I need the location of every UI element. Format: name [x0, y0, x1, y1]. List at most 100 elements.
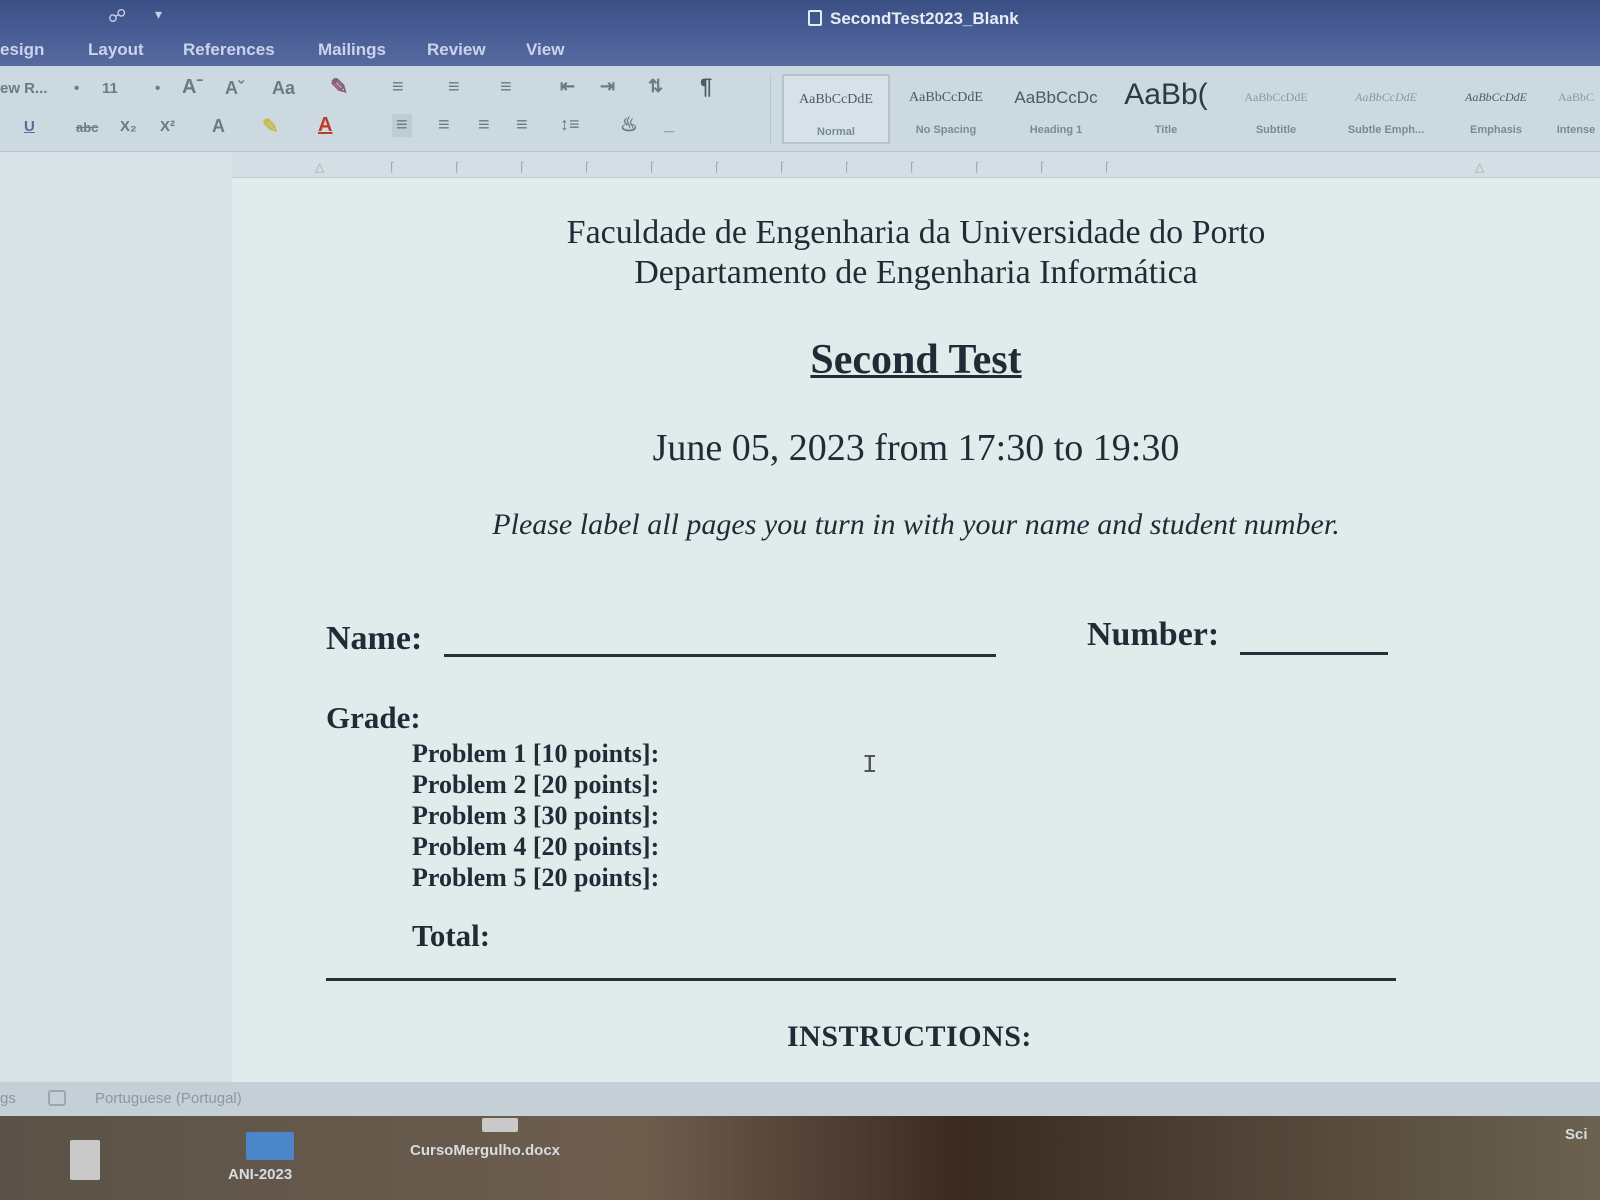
sort-icon[interactable]: ⇅: [648, 76, 663, 97]
tab-review[interactable]: Review: [427, 40, 486, 60]
ruler-tick: ⌈: [585, 160, 590, 174]
list-item: Problem 3 [30 points]:: [412, 801, 660, 830]
style-name: Normal: [817, 126, 855, 138]
chevron-down-icon[interactable]: •: [74, 80, 79, 97]
increase-indent-icon[interactable]: ⇥: [600, 76, 615, 97]
superscript-icon[interactable]: X²: [160, 118, 175, 135]
document-page[interactable]: Faculdade de Engenharia da Universidade …: [232, 178, 1600, 1082]
numbering-icon[interactable]: ≡: [448, 76, 460, 99]
ruler-tick: ⌈: [975, 160, 980, 174]
ribbon-tabs: esign Layout References Mailings Review …: [0, 36, 1600, 66]
borders-icon[interactable]: _: [664, 114, 674, 135]
tab-references[interactable]: References: [183, 40, 275, 60]
problems-list: Problem 1 [10 points]: Problem 2 [20 poi…: [412, 738, 659, 893]
name-blank-line: [444, 654, 996, 657]
multilevel-list-icon[interactable]: ≡: [500, 76, 512, 99]
instructions-heading: INSTRUCTIONS:: [787, 1020, 1032, 1053]
customize-quick-access-icon[interactable]: ▾: [155, 6, 162, 23]
taskbar-item-sci[interactable]: Sci: [1565, 1126, 1588, 1143]
style-preview: AaBbCcDdE: [1244, 90, 1308, 104]
bullets-icon[interactable]: ≡: [392, 76, 404, 99]
highlight-icon[interactable]: ✎: [262, 114, 279, 139]
style-name: Subtle Emph...: [1347, 124, 1425, 136]
ruler-tick: ⌈: [390, 160, 395, 174]
style-name: Emphasis: [1470, 124, 1522, 136]
paragraph-marks-icon[interactable]: ¶: [700, 74, 712, 100]
ruler-tick: ⌈: [1105, 160, 1110, 174]
style-emphasis[interactable]: AaBbCcDdE Emphasis: [1442, 74, 1550, 144]
shading-icon[interactable]: ♨: [620, 112, 638, 137]
status-text: gs: [0, 1090, 16, 1107]
save-icon[interactable]: ☍: [108, 6, 126, 27]
justify-icon[interactable]: ≡: [516, 114, 528, 137]
line-spacing-icon[interactable]: ↕≡: [560, 114, 580, 135]
ruler-tick: ⌈: [1040, 160, 1045, 174]
shrink-font-icon[interactable]: Aˇ: [225, 78, 244, 99]
align-center-icon[interactable]: ≡: [438, 114, 450, 137]
style-preview: AaBbCcDdE: [1465, 90, 1527, 104]
text-effects-icon[interactable]: A: [212, 116, 225, 137]
style-preview: AaBbCcDc: [1014, 88, 1098, 107]
font-name-box[interactable]: ew R...: [0, 80, 48, 97]
test-title-text: Second Test: [810, 337, 1022, 383]
underline-icon[interactable]: U: [24, 118, 35, 135]
list-item: Problem 4 [20 points]:: [412, 832, 660, 861]
style-subtitle[interactable]: AaBbCcDdE Subtitle: [1222, 74, 1330, 144]
tab-design[interactable]: esign: [0, 40, 44, 60]
ribbon: ew R... • 11 • Aˉ Aˇ Aa ✎ ≡ ≡ ≡ ⇤ ⇥ ⇅ ¶ …: [0, 66, 1600, 152]
style-preview: AaBb(: [1124, 78, 1208, 111]
style-intense[interactable]: AaBbC Intense: [1552, 74, 1600, 144]
list-item: Problem 1 [10 points]:: [412, 739, 660, 768]
file-icon[interactable]: [70, 1140, 100, 1180]
folder-icon[interactable]: [246, 1132, 294, 1160]
title-bar: ☍ ▾ SecondTest2023_Blank: [0, 0, 1600, 36]
grade-label: Grade:: [326, 700, 421, 735]
taskbar-item-ani-2023[interactable]: ANI-2023: [228, 1166, 292, 1183]
subscript-icon[interactable]: X₂: [120, 118, 137, 135]
style-title[interactable]: AaBb( Title: [1112, 74, 1220, 144]
grow-font-icon[interactable]: Aˉ: [182, 76, 203, 99]
clear-formatting-icon[interactable]: ✎: [330, 74, 348, 100]
style-preview: AaBbCcDdE: [909, 90, 983, 105]
total-label: Total:: [412, 918, 491, 953]
tab-view[interactable]: View: [526, 40, 564, 60]
taskbar-item-cursomergulho[interactable]: CursoMergulho.docx: [410, 1142, 560, 1159]
text-cursor-icon: I: [862, 750, 878, 780]
decrease-indent-icon[interactable]: ⇤: [560, 76, 575, 97]
change-case-icon[interactable]: Aa: [272, 78, 295, 99]
style-preview: AaBbCcDdE: [1355, 90, 1417, 104]
proofing-icon[interactable]: [48, 1090, 66, 1106]
ruler-tick: ⌈: [650, 160, 655, 174]
divider: [770, 74, 771, 144]
tab-mailings[interactable]: Mailings: [318, 40, 386, 60]
style-subtle-emphasis[interactable]: AaBbCcDdE Subtle Emph...: [1332, 74, 1440, 144]
style-heading-1[interactable]: AaBbCcDc Heading 1: [1002, 74, 1110, 144]
document-icon: [808, 10, 822, 26]
ruler-tick: ⌈: [455, 160, 460, 174]
horizontal-rule: [326, 978, 1396, 981]
style-no-spacing[interactable]: AaBbCcDdE No Spacing: [892, 74, 1000, 144]
tab-layout[interactable]: Layout: [88, 40, 144, 60]
file-icon[interactable]: [482, 1118, 518, 1132]
ruler-tick: ⌈: [520, 160, 525, 174]
ruler-indent-marker[interactable]: △: [315, 160, 324, 174]
align-left-icon[interactable]: ≡: [392, 114, 412, 137]
list-item: Problem 5 [20 points]:: [412, 863, 660, 892]
style-name: Heading 1: [1029, 124, 1083, 136]
language-indicator[interactable]: Portuguese (Portugal): [95, 1090, 242, 1107]
horizontal-ruler[interactable]: △ ⌈ ⌈ ⌈ ⌈ ⌈ ⌈ ⌈ ⌈ ⌈ ⌈ ⌈ ⌈ △: [225, 152, 1600, 178]
ruler-right-indent-marker[interactable]: △: [1475, 160, 1484, 174]
ruler-tick: ⌈: [780, 160, 785, 174]
font-size-box[interactable]: 11: [102, 80, 118, 97]
strikethrough-icon[interactable]: abc: [76, 120, 98, 135]
style-normal[interactable]: AaBbCcDdE Normal: [782, 74, 890, 144]
name-label: Name:: [326, 620, 423, 657]
number-blank-line: [1240, 652, 1388, 655]
instructions-note: Please label all pages you turn in with …: [492, 508, 1340, 541]
font-color-icon[interactable]: A: [318, 114, 332, 137]
align-right-icon[interactable]: ≡: [478, 114, 490, 137]
institution-heading: Faculdade de Engenharia da Universidade …: [566, 214, 1266, 251]
ruler-tick: ⌈: [910, 160, 915, 174]
chevron-down-icon[interactable]: •: [155, 80, 160, 97]
style-name: No Spacing: [915, 124, 977, 136]
